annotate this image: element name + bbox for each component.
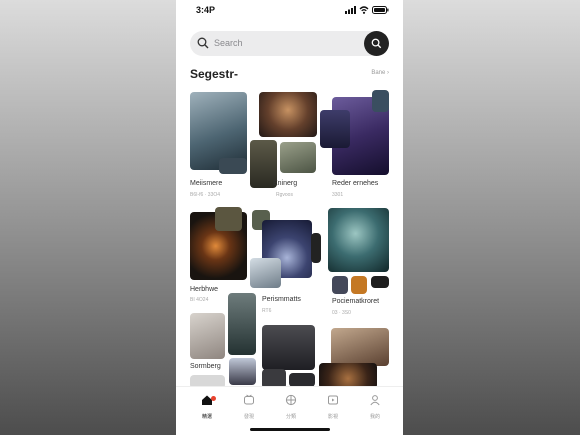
see-all-label: Bane [371,70,386,76]
item-image[interactable] [331,328,389,366]
see-all-link[interactable]: Bane › [371,70,389,76]
tab-home[interactable]: 精選 [187,393,227,420]
item-image[interactable] [229,358,256,385]
item-image[interactable] [311,233,321,263]
play-icon [328,395,338,405]
item-image[interactable] [372,90,389,112]
globe-icon [285,394,297,406]
item-image[interactable] [371,276,389,288]
tab-discover[interactable]: 發現 [229,393,269,420]
item-image[interactable] [219,158,247,174]
user-icon [370,395,380,406]
tab-label: 影視 [327,414,338,420]
wifi-icon [359,6,369,14]
signal-icon [345,6,356,14]
tab-video[interactable]: 影視 [313,393,353,420]
item-image[interactable] [320,110,350,148]
item-meta: B6I-f6 · 33O4 [190,192,221,198]
item-meta: 3301 [332,192,344,198]
home-indicator [250,428,330,431]
item-image[interactable] [259,92,317,137]
item-image[interactable] [351,276,367,294]
item-title: Perismmatts [262,296,301,303]
status-icons [345,6,389,14]
tab-label: 發現 [243,414,254,420]
item-title: Eninerg [273,180,298,187]
battery-icon [372,6,389,14]
tab-label: 我的 [369,414,380,420]
item-meta: 03 · 3S0 [332,310,351,316]
search-icon [197,37,209,49]
item-image[interactable] [250,258,281,288]
search-button-icon [371,38,382,49]
item-image[interactable] [215,207,242,231]
discover-icon [244,394,254,405]
status-bar: 3:4P [176,0,403,22]
item-image[interactable] [280,142,316,173]
item-title: Sormberg [190,363,221,370]
item-image[interactable] [289,373,315,387]
phone-screen: 3:4P Search Segestr- Bane › Meiismere B6… [176,0,403,435]
tab-bar: 精選 發現 分類 影視 我的 [176,386,403,435]
search-bar[interactable]: Search [190,31,389,56]
status-time: 3:4P [196,5,216,15]
section-title: Segestr- [190,67,239,81]
item-title: Pociematkroret [332,298,380,305]
item-title: Meiismere [190,180,223,187]
item-meta: BI 4O24 [190,297,209,303]
item-meta: Rgvoos [276,192,293,198]
search-input[interactable]: Search [214,38,243,48]
item-title: Reder ernehes [332,180,379,187]
item-image[interactable] [262,325,315,370]
item-image[interactable] [190,313,225,359]
item-image[interactable] [332,276,348,294]
tab-label: 精選 [201,414,212,420]
item-image[interactable] [328,208,389,272]
item-title: Herbhwe [190,286,219,293]
item-image[interactable] [228,293,256,355]
tab-label: 分類 [285,414,296,420]
item-meta: RT6 [262,308,272,314]
tab-profile[interactable]: 我的 [355,393,395,420]
tab-category[interactable]: 分類 [271,393,311,420]
search-button[interactable] [364,31,389,56]
notification-badge [211,396,216,401]
